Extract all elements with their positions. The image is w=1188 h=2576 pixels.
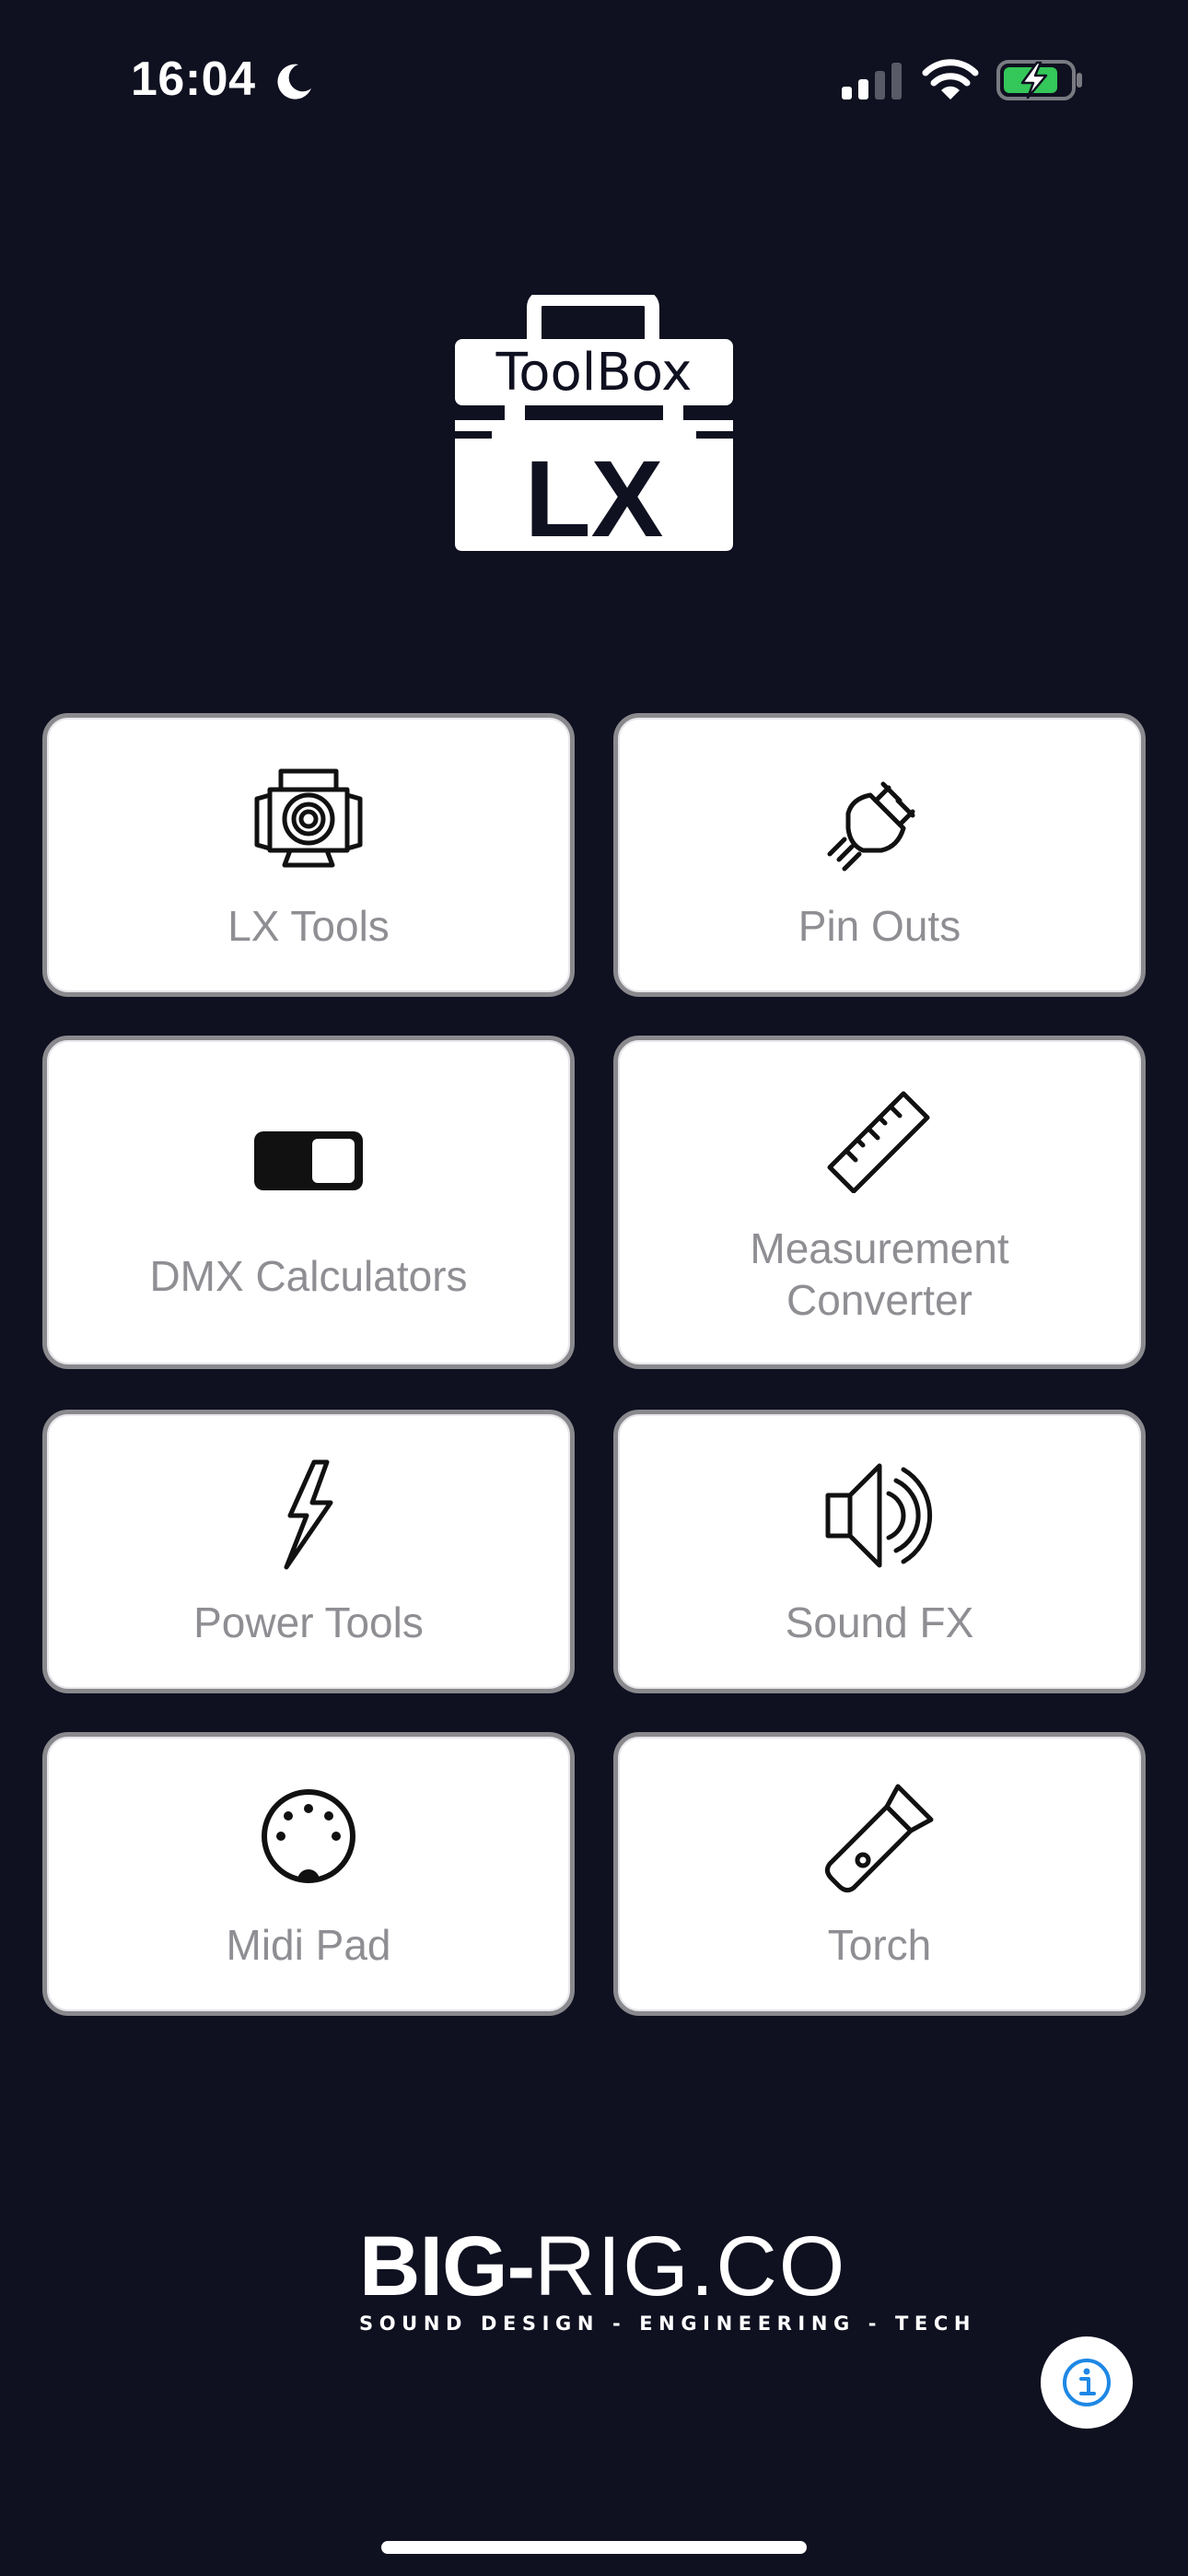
moon-icon (277, 64, 311, 100)
torch-button[interactable]: Torch (613, 1732, 1146, 2016)
battery-charging-icon (996, 60, 1082, 100)
tile-label: Power Tools (193, 1598, 424, 1646)
cellular-signal-icon (842, 63, 902, 100)
lightning-bolt-icon (284, 1459, 333, 1570)
home-screen: 16:04 ToolBox LX LX Tools Pin Outs DMX C… (0, 0, 1188, 2576)
tile-label: Measurement Converter (750, 1224, 1009, 1324)
speaker-icon (825, 1463, 933, 1568)
logo-main-text: LX (525, 439, 664, 553)
status-time: 16:04 (131, 53, 256, 106)
toolbox-lx-logo: ToolBox LX (455, 295, 733, 553)
tile-label: DMX Calculators (149, 1252, 468, 1300)
brand-name-bold: BIG- (359, 2219, 535, 2313)
big-rig-brand-logo: BIG-RIG.CO SOUND DESIGN - ENGINEERING - … (359, 2219, 977, 2335)
midi-pad-button[interactable]: Midi Pad (42, 1732, 575, 2016)
power-plug-icon (827, 781, 915, 872)
tile-label: Sound FX (785, 1598, 974, 1646)
info-icon (1063, 2359, 1111, 2406)
ruler-icon (827, 1091, 930, 1193)
pin-outs-button[interactable]: Pin Outs (613, 713, 1146, 997)
midi-din-connector-icon (262, 1789, 355, 1883)
info-button[interactable] (1041, 2336, 1133, 2429)
home-indicator[interactable] (381, 2541, 807, 2554)
logo-top-text: ToolBox (495, 343, 693, 403)
stage-light-icon (254, 768, 363, 868)
measurement-converter-button[interactable]: Measurement Converter (613, 1036, 1146, 1369)
brand-tagline: SOUND DESIGN - ENGINEERING - TECH (359, 2313, 977, 2335)
power-tools-button[interactable]: Power Tools (42, 1410, 575, 1693)
flashlight-icon (824, 1784, 934, 1893)
lx-tools-button[interactable]: LX Tools (42, 713, 575, 997)
wifi-icon (922, 59, 979, 100)
tile-label: Pin Outs (798, 902, 961, 950)
tile-label: Torch (827, 1921, 932, 1969)
tile-label: LX Tools (227, 902, 390, 950)
toggle-switch-icon (254, 1131, 363, 1190)
dmx-calculators-button[interactable]: DMX Calculators (42, 1036, 575, 1369)
tile-label: Midi Pad (226, 1921, 391, 1969)
status-bar: 16:04 (0, 0, 1188, 157)
brand-name-light: RIG.CO (534, 2219, 847, 2313)
sound-fx-button[interactable]: Sound FX (613, 1410, 1146, 1693)
